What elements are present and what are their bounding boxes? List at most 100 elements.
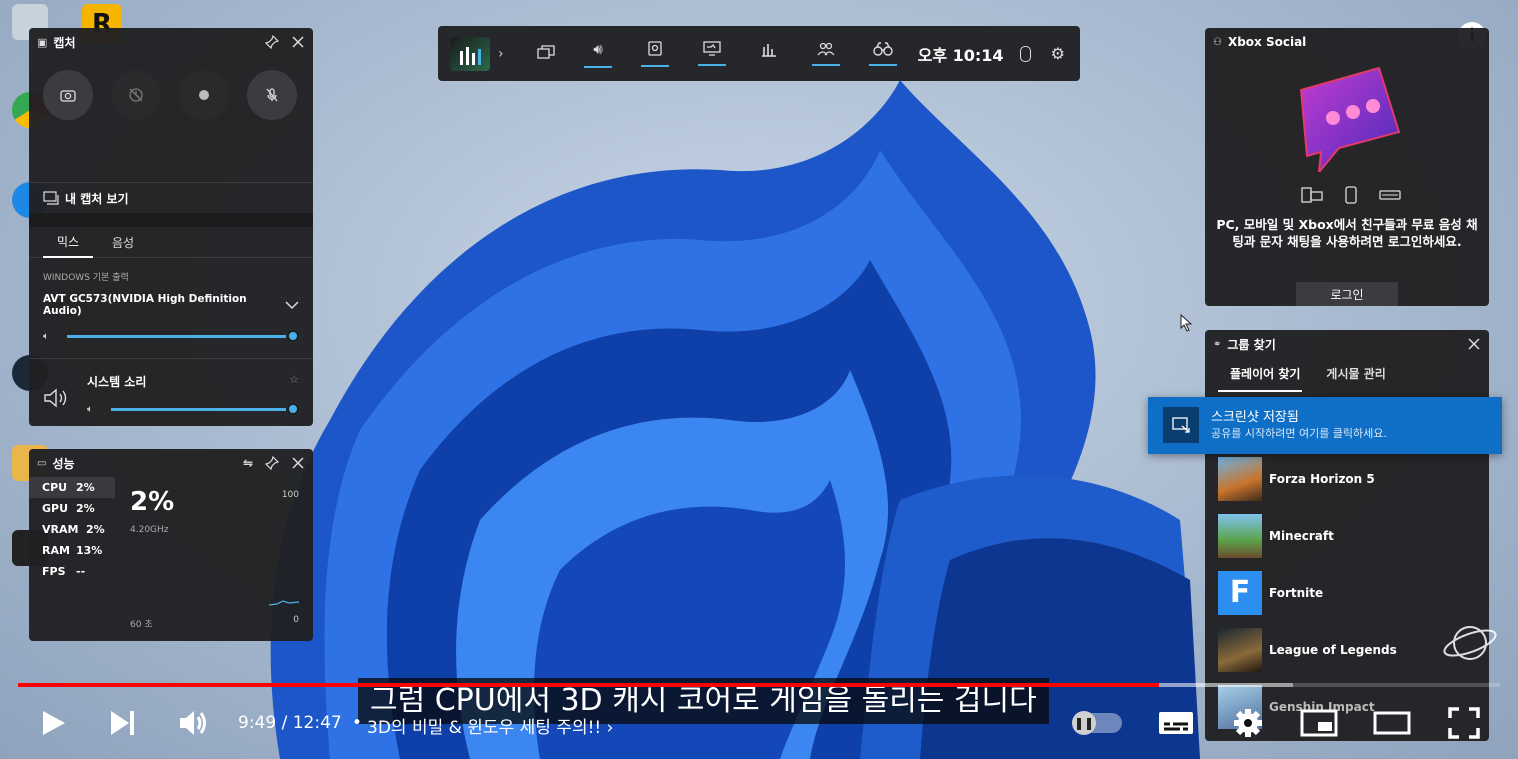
minecraft-thumbnail: [1218, 513, 1262, 558]
list-item[interactable]: Forza Horizon 5: [1205, 450, 1489, 507]
next-icon[interactable]: [108, 708, 138, 738]
metric-value: 2%: [76, 502, 95, 515]
fortnite-thumbnail: F: [1218, 570, 1262, 615]
gallery-icon: [43, 191, 59, 205]
metric-fps[interactable]: FPS --: [29, 561, 115, 582]
gamebar-logo[interactable]: [450, 36, 490, 71]
tab-voice-label: 음성: [111, 235, 135, 250]
close-icon[interactable]: [291, 456, 305, 470]
chapter-label: 3D의 비밀 & 윈도우 세팅 주의!!: [367, 718, 602, 738]
favorite-icon[interactable]: ☆: [289, 373, 299, 390]
record-last-button[interactable]: [111, 70, 161, 120]
pin-icon[interactable]: [265, 456, 279, 470]
played-bar: [18, 683, 1160, 687]
screenshot-toast[interactable]: 스크린샷 저장됨 공유를 시작하려면 여기를 클릭하세요.: [1148, 397, 1502, 454]
phone-icon: [1345, 186, 1357, 204]
metric-ram[interactable]: RAM 13%: [29, 540, 115, 561]
metric-name: VRAM: [42, 523, 79, 536]
metric-cpu[interactable]: CPU 2%: [29, 477, 115, 498]
record-button[interactable]: [179, 70, 229, 120]
widget-capture-active-button[interactable]: [627, 26, 684, 81]
social-header: ⚇ Xbox Social: [1205, 28, 1489, 56]
bar-icon: [471, 52, 475, 65]
tab-manage-posts-label: 게시물 관리: [1326, 366, 1386, 381]
theater-mode-icon[interactable]: [1373, 709, 1411, 737]
channel-watermark-icon: [1443, 626, 1497, 660]
audio-tabs: 믹스 음성: [29, 227, 313, 258]
metric-list: CPU 2% GPU 2% VRAM 2% RAM 13% FPS --: [29, 477, 115, 637]
volume-icon[interactable]: [178, 708, 210, 738]
chapter-title[interactable]: 3D의 비밀 & 윈도우 세팅 주의!! ›: [367, 713, 613, 738]
list-item[interactable]: F Fortnite: [1205, 564, 1489, 621]
metric-value: 2%: [76, 481, 95, 494]
metric-gpu[interactable]: GPU 2%: [29, 498, 115, 519]
people-icon: [817, 42, 835, 55]
device-select[interactable]: AVT GC573(NVIDIA High Definition Audio): [29, 283, 313, 317]
view-captures-label: 내 캡처 보기: [65, 191, 129, 206]
perf-graph: 2% 4.20GHz 100 60 초 0: [115, 477, 313, 637]
forza-thumbnail: [1218, 456, 1262, 501]
play-icon[interactable]: [38, 708, 68, 738]
mouse-icon[interactable]: [1019, 45, 1031, 62]
mic-off-icon: [266, 88, 278, 102]
metric-name: RAM: [42, 544, 70, 557]
widget-lfg-button[interactable]: [855, 26, 912, 81]
perf-line: [269, 600, 299, 606]
device-name: AVT GC573(NVIDIA High Definition Audio): [43, 293, 247, 317]
device-icons: [1301, 186, 1401, 204]
console-icon: [1379, 190, 1401, 200]
login-button[interactable]: 로그인: [1296, 282, 1398, 306]
bar-icon: [477, 48, 481, 65]
tab-voice[interactable]: 음성: [93, 228, 153, 257]
autoplay-toggle[interactable]: ❚❚: [1072, 711, 1122, 735]
subtitles-icon[interactable]: [1158, 709, 1194, 737]
close-icon[interactable]: [1467, 337, 1481, 351]
settings-icon[interactable]: [1232, 707, 1264, 739]
screenshot-button[interactable]: [43, 70, 93, 120]
game-title: Minecraft: [1269, 528, 1334, 543]
app-volume-slider[interactable]: [111, 402, 300, 416]
camera-icon: [60, 90, 76, 102]
tab-mix-label: 믹스: [56, 234, 80, 249]
perf-title: 성능: [52, 456, 75, 471]
perf-time: 60 초: [130, 620, 153, 630]
widget-capture-button[interactable]: [522, 44, 570, 64]
mic-button[interactable]: [247, 70, 297, 120]
bar-chart-icon: [762, 43, 777, 57]
metric-value: 2%: [86, 523, 105, 536]
view-captures-link[interactable]: 내 캡처 보기: [29, 183, 313, 213]
pin-icon[interactable]: [265, 35, 279, 49]
progress-bar[interactable]: [18, 683, 1500, 687]
miniplayer-icon[interactable]: [1300, 709, 1338, 737]
close-icon[interactable]: [291, 35, 305, 49]
bar-icon: [465, 46, 469, 65]
slider-thumb[interactable]: [286, 329, 300, 343]
settings-sliders-icon[interactable]: ⇋: [243, 456, 253, 470]
metric-vram[interactable]: VRAM 2%: [29, 519, 115, 540]
lfg-header: ⚭ 그룹 찾기: [1205, 330, 1489, 358]
fullscreen-icon[interactable]: [1448, 707, 1480, 739]
settings-icon[interactable]: ⚙︎: [1051, 44, 1065, 63]
autoplay-knob-pause-icon: ❚❚: [1072, 711, 1096, 735]
tab-manage-posts[interactable]: 게시물 관리: [1326, 359, 1385, 392]
webcam-icon: [648, 40, 662, 56]
game-list: Forza Horizon 5 Minecraft F Fortnite Lea…: [1205, 450, 1489, 735]
chevron-right-icon[interactable]: ›: [498, 46, 504, 62]
widget-performance-button[interactable]: [684, 26, 741, 81]
output-label: WINDOWS 기본 출력: [43, 273, 129, 283]
tab-find-players[interactable]: 플레이어 찾기: [1218, 359, 1303, 392]
bar-icon: [459, 50, 463, 65]
device-volume-slider[interactable]: [67, 329, 300, 343]
speaker-small-icon: 🔈︎: [43, 331, 49, 342]
widget-social-button[interactable]: [798, 26, 855, 81]
chat-illustration: [1299, 66, 1401, 172]
pc-icon: [1301, 187, 1323, 203]
monitor-icon: ▭: [37, 457, 47, 469]
lfg-title: 그룹 찾기: [1227, 337, 1276, 352]
widget-audio-button[interactable]: 🔊︎: [570, 26, 627, 81]
active-indicator: [584, 65, 613, 68]
list-item[interactable]: Minecraft: [1205, 507, 1489, 564]
tab-mix[interactable]: 믹스: [43, 227, 93, 258]
slider-thumb[interactable]: [286, 402, 300, 416]
widget-resources-button[interactable]: [741, 26, 798, 81]
